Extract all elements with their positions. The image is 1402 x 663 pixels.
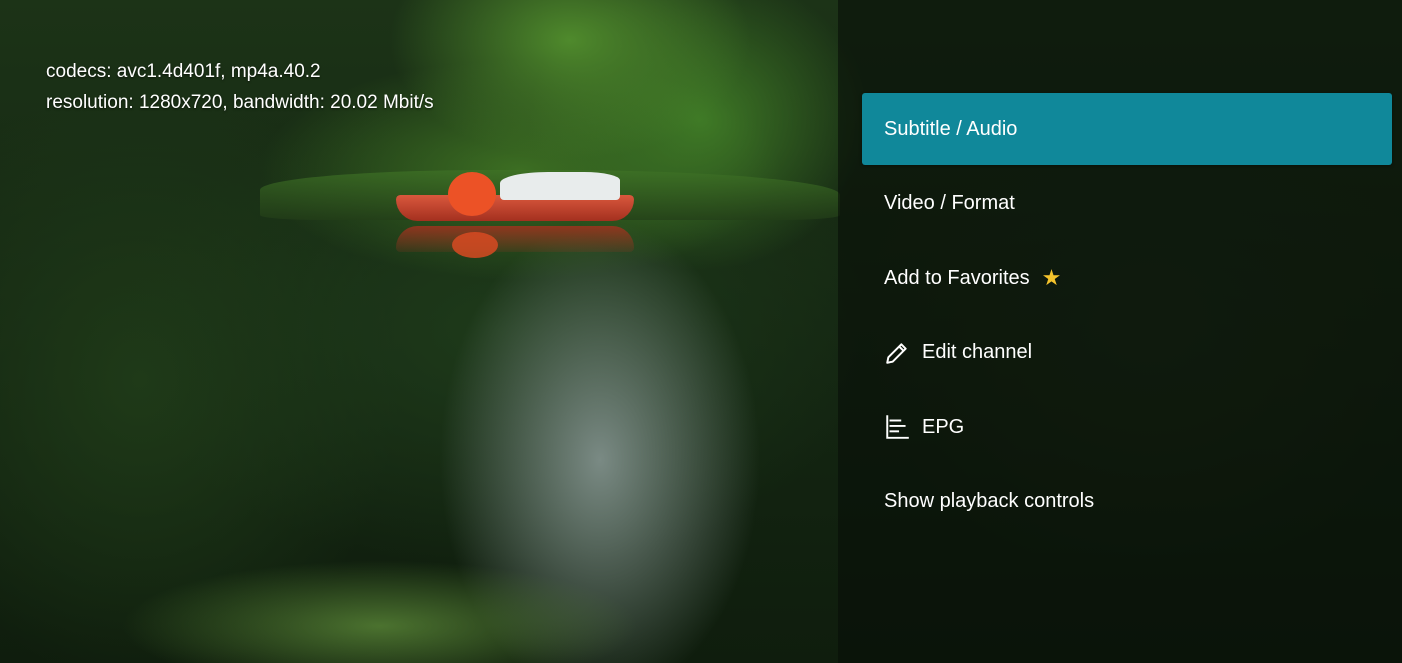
player-options-menu: Subtitle / Audio Video / Format Add to F… <box>862 93 1392 541</box>
stream-info-overlay: codecs: avc1.4d401f, mp4a.40.2 resolutio… <box>46 56 434 118</box>
wheel-reflection <box>452 232 498 258</box>
menu-item-edit-channel[interactable]: Edit channel <box>862 317 1392 389</box>
boat-reflection <box>396 226 634 252</box>
menu-item-label: Video / Format <box>884 192 1015 215</box>
menu-item-show-playback-controls[interactable]: Show playback controls <box>862 466 1392 538</box>
pedal-boat-deck <box>500 172 620 200</box>
menu-item-label: Add to Favorites <box>884 266 1030 289</box>
codecs-text: codecs: avc1.4d401f, mp4a.40.2 <box>46 61 321 82</box>
menu-item-label: Subtitle / Audio <box>884 117 1018 140</box>
pencil-icon <box>884 340 910 366</box>
pedal-boat-wheel <box>448 172 496 216</box>
epg-list-icon <box>884 414 910 440</box>
menu-item-label: Show playback controls <box>884 490 1095 513</box>
menu-item-epg[interactable]: EPG <box>862 391 1392 463</box>
menu-item-video-format[interactable]: Video / Format <box>862 168 1392 240</box>
menu-item-add-favorites[interactable]: Add to Favorites ★ <box>862 242 1392 314</box>
menu-item-subtitle-audio[interactable]: Subtitle / Audio <box>862 93 1392 165</box>
foreground-foliage <box>120 560 640 663</box>
video-player[interactable]: codecs: avc1.4d401f, mp4a.40.2 resolutio… <box>0 0 1402 663</box>
resolution-text: resolution: 1280x720, bandwidth: 20.02 M… <box>46 92 434 113</box>
menu-item-label: EPG <box>922 415 965 438</box>
star-icon: ★ <box>1041 265 1062 291</box>
menu-item-label: Edit channel <box>922 341 1033 364</box>
